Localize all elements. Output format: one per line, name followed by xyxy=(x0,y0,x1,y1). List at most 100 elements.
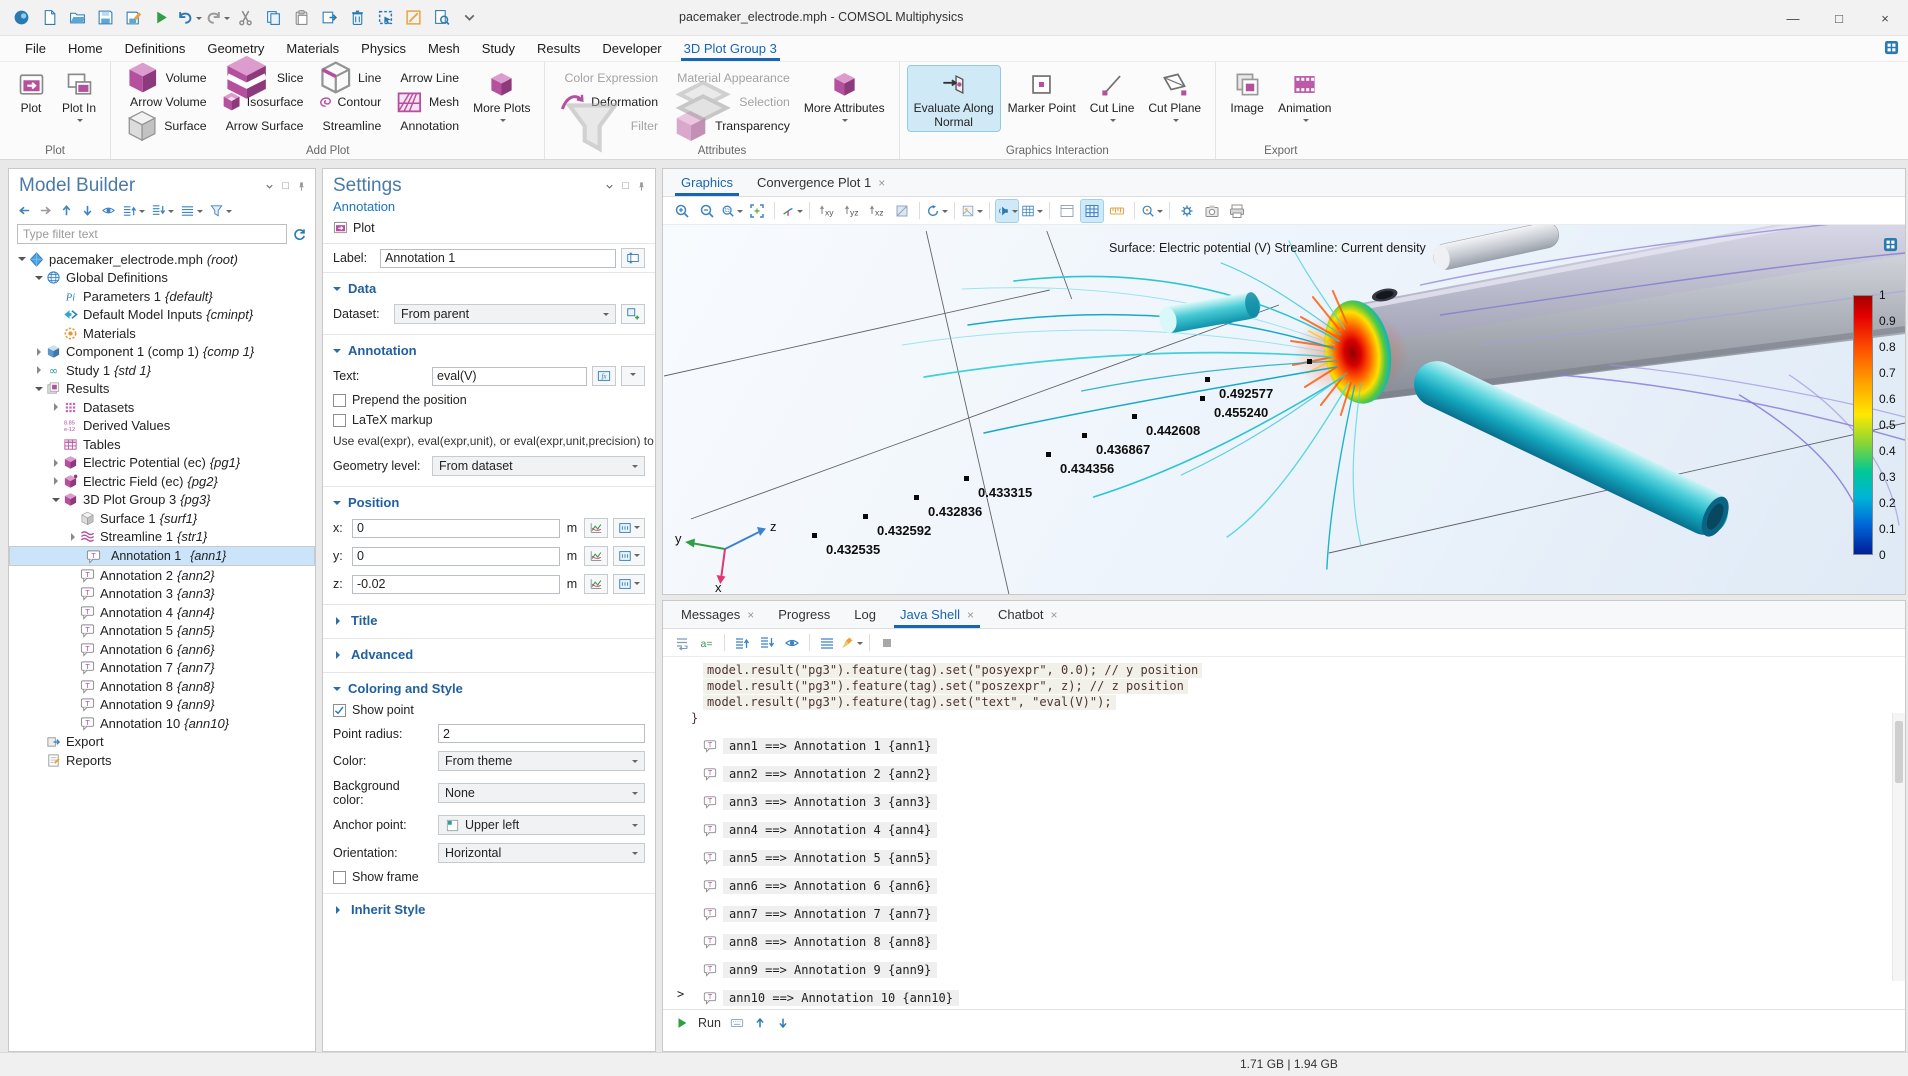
cut-line-button[interactable]: Cut Line xyxy=(1084,66,1141,127)
view-yz-icon[interactable]: yz xyxy=(841,200,863,222)
section-position[interactable]: Position xyxy=(323,493,655,514)
run-icon[interactable] xyxy=(675,1016,689,1030)
auto-complete-icon[interactable]: a= xyxy=(696,632,718,654)
open-file-button[interactable] xyxy=(64,5,90,31)
select-box-button[interactable] xyxy=(372,5,398,31)
shell-prompt[interactable]: > xyxy=(677,987,684,1001)
expander-closed-icon[interactable] xyxy=(49,459,62,467)
console-tab-log[interactable]: Log xyxy=(842,601,888,628)
zoom-out-icon[interactable] xyxy=(696,200,718,222)
x-plot-button[interactable] xyxy=(584,518,608,538)
expression-button[interactable]: fx xyxy=(592,366,616,386)
show-icon[interactable] xyxy=(101,203,116,218)
orientation-select[interactable]: Horizontal xyxy=(438,843,645,863)
section-advanced[interactable]: Advanced xyxy=(323,645,655,666)
close-tab-icon[interactable]: × xyxy=(878,176,885,190)
tree-item-global-definitions[interactable]: Global Definitions xyxy=(9,269,315,288)
close-tab-icon[interactable]: × xyxy=(747,608,754,622)
word-wrap-icon[interactable] xyxy=(671,632,693,654)
color-select[interactable]: From theme xyxy=(438,751,645,771)
close-tab-icon[interactable]: × xyxy=(967,608,974,622)
y-range-button[interactable] xyxy=(613,546,645,566)
edit-dataset-button[interactable] xyxy=(621,304,645,324)
cut-button[interactable] xyxy=(232,5,258,31)
search-button[interactable] xyxy=(428,5,454,31)
latex-markup-checkbox[interactable] xyxy=(333,414,346,427)
y-plot-button[interactable] xyxy=(584,546,608,566)
section-title[interactable]: Title xyxy=(323,611,655,632)
rename-button[interactable] xyxy=(621,248,645,268)
redo-button[interactable] xyxy=(204,5,230,31)
tree-item-streamline-1[interactable]: Streamline 1{str1} xyxy=(9,528,315,547)
more-attributes-button[interactable]: More Attributes xyxy=(798,66,891,127)
tree-item-reports[interactable]: Reports xyxy=(9,751,315,770)
annotation-button[interactable]: TAnnotation xyxy=(391,116,463,136)
menu-study[interactable]: Study xyxy=(471,36,526,61)
panel-pin-icon[interactable] xyxy=(636,181,647,192)
node-label-icon[interactable] xyxy=(180,203,203,218)
menu-materials[interactable]: Materials xyxy=(275,36,350,61)
tree-item-annotation-9[interactable]: TAnnotation 9{ann9} xyxy=(9,696,315,715)
console-tab-progress[interactable]: Progress xyxy=(766,601,842,628)
tree-item-parameters-1[interactable]: PiParameters 1{default} xyxy=(9,287,315,306)
close-button[interactable]: × xyxy=(1862,0,1908,36)
tree-item-annotation-1[interactable]: TAnnotation 1{ann1} xyxy=(9,546,315,566)
back-icon[interactable] xyxy=(17,203,32,218)
expander-open-icon[interactable] xyxy=(32,383,45,395)
expander-open-icon[interactable] xyxy=(49,494,62,506)
tree-item-annotation-5[interactable]: TAnnotation 5{ann5} xyxy=(9,622,315,641)
tree-item-annotation-4[interactable]: TAnnotation 4{ann4} xyxy=(9,603,315,622)
stop-icon[interactable] xyxy=(876,632,898,654)
y-input[interactable] xyxy=(352,547,560,566)
menu-file[interactable]: File xyxy=(14,36,57,61)
collapse-all-icon[interactable] xyxy=(151,203,174,218)
expander-closed-icon[interactable] xyxy=(32,366,45,374)
tree-item-electric-field-ec[interactable]: Electric Field (ec){pg2} xyxy=(9,472,315,491)
expander-open-icon[interactable] xyxy=(15,253,28,265)
label-input[interactable] xyxy=(380,249,616,268)
sketch-button[interactable] xyxy=(400,5,426,31)
console-tab-messages[interactable]: Messages× xyxy=(669,601,766,628)
console-tab-chatbot[interactable]: Chatbot× xyxy=(986,601,1070,628)
expression-menu-button[interactable] xyxy=(621,366,645,386)
copy-button[interactable] xyxy=(260,5,286,31)
tree-item-annotation-3[interactable]: TAnnotation 3{ann3} xyxy=(9,585,315,604)
menu-home[interactable]: Home xyxy=(57,36,114,61)
plot-in-button[interactable]: Plot In xyxy=(56,66,102,127)
tree-item-electric-potential-ec[interactable]: Electric Potential (ec){pg1} xyxy=(9,454,315,473)
surface-button[interactable]: Surface xyxy=(121,116,211,136)
line-numbers-icon[interactable] xyxy=(816,632,838,654)
run-button[interactable]: Run xyxy=(698,1016,721,1030)
panel-float-icon[interactable]: □ xyxy=(282,180,289,192)
tree-item-default-model-inputs[interactable]: Default Model Inputs{cminpt} xyxy=(9,306,315,325)
section-data[interactable]: Data xyxy=(323,279,655,300)
probe-icon[interactable] xyxy=(1141,200,1163,222)
section-annotation[interactable]: Annotation xyxy=(323,341,655,362)
move-down-icon[interactable] xyxy=(80,203,95,218)
menu-results[interactable]: Results xyxy=(526,36,591,61)
menu-definitions[interactable]: Definitions xyxy=(114,36,197,61)
dock-graphics-icon[interactable] xyxy=(1883,237,1899,253)
minimize-button[interactable]: — xyxy=(1770,0,1816,36)
new-file-button[interactable] xyxy=(36,5,62,31)
menu-3d-plot-group-3[interactable]: 3D Plot Group 3 xyxy=(673,36,788,61)
history-up-icon[interactable] xyxy=(753,1016,767,1030)
expander-closed-icon[interactable] xyxy=(49,403,62,411)
delete-button[interactable] xyxy=(344,5,370,31)
show-point-checkbox[interactable] xyxy=(333,704,346,717)
clear-icon[interactable] xyxy=(841,632,863,654)
marker-point-button[interactable]: Marker Point xyxy=(1002,66,1082,117)
evaluate-along-normal-button[interactable]: Evaluate AlongNormal xyxy=(908,66,1000,131)
mesh-button[interactable]: Mesh xyxy=(391,92,463,112)
java-shell-output[interactable]: model.result("pg3").feature(tag).set("po… xyxy=(663,657,1905,1009)
tree-filter-input[interactable] xyxy=(17,224,287,244)
select-mode-icon[interactable] xyxy=(996,200,1018,222)
arrow-surface-button[interactable]: Arrow Surface xyxy=(217,116,308,136)
keyboard-icon[interactable] xyxy=(730,1016,744,1030)
tree-item-results[interactable]: Results xyxy=(9,380,315,399)
plot-windows-icon[interactable] xyxy=(1056,200,1078,222)
save-button[interactable] xyxy=(92,5,118,31)
console-scrollbar[interactable] xyxy=(1892,713,1905,981)
panel-pin-icon[interactable] xyxy=(296,181,307,192)
dataset-select[interactable]: From parent xyxy=(394,304,616,324)
